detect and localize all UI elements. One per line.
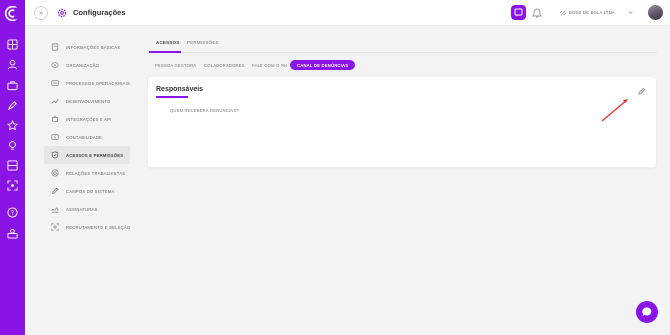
- left-rail: ?: [0, 0, 25, 335]
- pencil-icon[interactable]: [637, 87, 646, 96]
- sidebar-item[interactable]: ORGANIZAÇÃO: [44, 56, 130, 74]
- pencil-icon: [52, 187, 59, 194]
- field-value: -: [238, 108, 240, 113]
- expand-sidebar-button[interactable]: »: [34, 6, 48, 20]
- briefcase-icon[interactable]: [7, 80, 18, 91]
- sidebar-item[interactable]: $ CONTABILIDADE: [44, 128, 130, 146]
- org-icon: [51, 62, 59, 68]
- link-icon: [559, 10, 567, 16]
- card-title-underline: [156, 96, 188, 98]
- chat-bubble-icon: [642, 307, 652, 316]
- dashboard-icon[interactable]: [7, 39, 18, 50]
- settings-icon[interactable]: [7, 228, 18, 239]
- gear-icon: [57, 8, 67, 18]
- sidebar-item[interactable]: ASSINATURAS: [44, 200, 130, 218]
- process-icon: [51, 80, 59, 86]
- sidebar-item-label: CONTABILIDADE: [66, 134, 103, 140]
- sidebar-item-label: RECRUTAMENTO E SELEÇÃO: [66, 224, 131, 230]
- tabs-divider: [149, 52, 657, 53]
- money-icon: $: [51, 134, 59, 140]
- sidebar-item-label: DESENVOLVIMENTO: [66, 98, 111, 104]
- scan-icon[interactable]: [7, 180, 18, 191]
- tab-acessos[interactable]: ACESSOS: [156, 40, 179, 45]
- help-icon[interactable]: ?: [7, 207, 18, 218]
- settings-menu: INFORMAÇÕES BÁSICAS ORGANIZAÇÃO PROCESSOS …: [44, 38, 130, 236]
- sidebar-item[interactable]: RELAÇÕES TRABALHISTAS: [44, 164, 130, 182]
- star-icon[interactable]: [7, 120, 18, 131]
- page-title: Configurações: [73, 8, 126, 17]
- card-title: Responsáveis: [156, 86, 204, 93]
- shield-icon: [51, 151, 59, 159]
- sidebar-item-label: ORGANIZAÇÃO: [66, 62, 100, 68]
- app-logo-icon[interactable]: [4, 5, 21, 22]
- sidebar-item[interactable]: ACESSOS E PERMISSÕES: [44, 146, 130, 164]
- integration-icon: [52, 115, 58, 122]
- chat-fab-button[interactable]: [636, 301, 658, 323]
- user-icon[interactable]: [7, 59, 18, 70]
- sidebar-item-label: PROCESSOS OPERACIONAIS: [66, 80, 130, 86]
- active-tab-indicator: [149, 51, 181, 53]
- chevron-down-icon[interactable]: [627, 9, 634, 16]
- sidebar-item[interactable]: PROCESSOS OPERACIONAIS: [44, 74, 130, 92]
- signature-icon: [51, 207, 59, 213]
- sidebar-item-label: INFORMAÇÕES BÁSICAS: [66, 44, 121, 50]
- grid-icon[interactable]: [7, 160, 18, 171]
- svg-text:?: ?: [11, 209, 14, 217]
- sidebar-item[interactable]: INFORMAÇÕES BÁSICAS: [44, 38, 130, 56]
- tab-permissoes[interactable]: PERMISSÕES: [187, 40, 219, 45]
- subtab-colaboradores[interactable]: COLABORADORES: [204, 60, 245, 70]
- sidebar-item-label: ACESSOS E PERMISSÕES: [66, 152, 124, 158]
- document-icon: [51, 43, 59, 51]
- chat-icon: [514, 8, 523, 17]
- sidebar-item-label: RELAÇÕES TRABALHISTAS: [66, 170, 126, 176]
- sidebar-item-label: CAMPOS DO SISTEMA: [66, 188, 115, 194]
- double-chevron-icon: »: [39, 9, 43, 17]
- recruit-icon: [51, 223, 59, 231]
- field-label: QUEM RECEBERÁ DENÚNCIAS?: [170, 108, 239, 113]
- messages-button[interactable]: [511, 5, 526, 20]
- top-bar: » Configurações BONS DE BOLA LTDA.: [25, 0, 670, 26]
- labor-icon: [51, 169, 59, 177]
- subtab-fale-com-rh[interactable]: FALE COM O RH: [252, 60, 287, 70]
- subtab-canal-denuncias[interactable]: CANAL DE DENÚNCIAS: [290, 60, 356, 70]
- annotation-arrow-icon: [601, 99, 628, 122]
- sidebar-item-label: INTEGRAÇÕES E API: [66, 116, 112, 122]
- sidebar-item[interactable]: RECRUTAMENTO E SELEÇÃO: [44, 218, 130, 236]
- subtab-pessoa-gestora[interactable]: PESSOA GESTORA: [155, 60, 196, 70]
- lightbulb-icon[interactable]: [7, 140, 18, 151]
- sidebar-item-label: ASSINATURAS: [66, 206, 98, 212]
- company-selector[interactable]: BONS DE BOLA LTDA.: [569, 10, 616, 15]
- growth-icon: [51, 99, 59, 104]
- sidebar-item[interactable]: DESENVOLVIMENTO: [44, 92, 130, 110]
- sidebar-item[interactable]: CAMPOS DO SISTEMA: [44, 182, 130, 200]
- sidebar-item[interactable]: INTEGRAÇÕES E API: [44, 110, 130, 128]
- rocket-icon[interactable]: [7, 100, 18, 111]
- responsaveis-card: Responsáveis QUEM RECEBERÁ DENÚNCIAS? -: [148, 77, 656, 167]
- svg-text:$: $: [54, 135, 57, 140]
- bell-icon[interactable]: [532, 7, 542, 18]
- avatar[interactable]: [648, 5, 663, 20]
